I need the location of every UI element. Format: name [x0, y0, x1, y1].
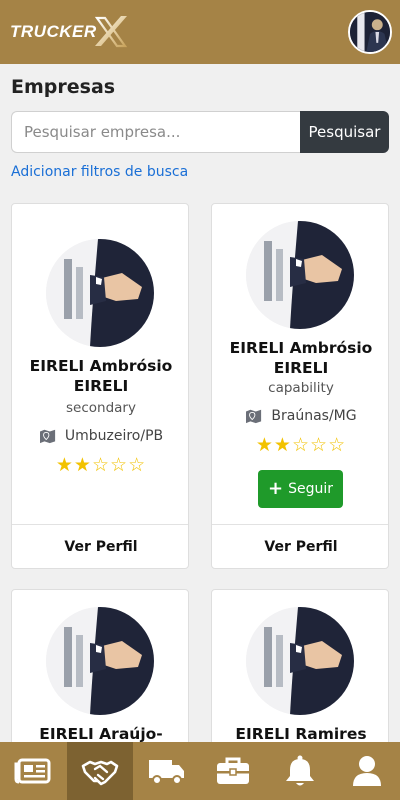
location-text: Braúnas/MG: [271, 408, 357, 424]
company-location: Braúnas/MG: [212, 408, 388, 424]
star-filled-icon: ★: [73, 454, 92, 476]
star-filled-icon: ★: [255, 434, 274, 456]
star-empty-icon: ☆: [291, 434, 311, 456]
company-photo: [246, 221, 354, 329]
bottom-nav: [0, 742, 400, 800]
newspaper-icon: [14, 758, 51, 784]
logo-text: TRUCKER: [10, 22, 97, 41]
nav-notifications[interactable]: [267, 742, 334, 800]
add-filters-link[interactable]: Adicionar filtros de busca: [11, 164, 188, 180]
star-empty-icon: ☆: [328, 434, 347, 456]
app-logo[interactable]: TRUCKER: [10, 12, 131, 52]
user-icon: [352, 756, 381, 786]
rating-stars: ★★☆☆☆: [212, 434, 388, 456]
company-name: EIRELI Ambrósio EIRELI: [229, 339, 373, 377]
app-header: TRUCKER: [0, 0, 400, 64]
truck-icon: [148, 760, 184, 785]
x-logo-icon: [94, 16, 127, 48]
search-input[interactable]: [11, 111, 300, 153]
follow-label: Seguir: [288, 481, 333, 497]
plus-icon: +: [268, 478, 284, 499]
company-card: EIRELI Ambrósio EIRELI capability Braúna…: [211, 203, 389, 569]
nav-companies[interactable]: [66, 742, 134, 800]
star-empty-icon: ☆: [91, 454, 111, 476]
star-empty-icon: ☆: [110, 454, 129, 476]
search-button[interactable]: Pesquisar: [300, 111, 389, 153]
handshake-photo-icon: [246, 607, 354, 715]
nav-freights[interactable]: [133, 742, 200, 800]
view-profile-button[interactable]: Ver Perfil: [212, 524, 388, 568]
follow-button[interactable]: + Seguir: [258, 470, 343, 508]
company-subtitle: capability: [268, 380, 334, 396]
star-empty-icon: ☆: [128, 454, 147, 476]
nav-jobs[interactable]: [200, 742, 267, 800]
company-subtitle: secondary: [66, 400, 136, 416]
handshake-photo-icon: [46, 239, 154, 347]
view-profile-button[interactable]: Ver Perfil: [12, 524, 188, 568]
star-empty-icon: ☆: [310, 434, 329, 456]
company-card: EIRELI Ambrósio EIRELI secondary Umbuzei…: [11, 203, 189, 569]
bell-icon: [286, 755, 315, 786]
company-photo: [246, 607, 354, 715]
nav-profile[interactable]: [333, 742, 400, 800]
handshake-photo-icon: [246, 221, 354, 329]
star-filled-icon: ★: [273, 434, 292, 456]
nav-news[interactable]: [0, 742, 67, 800]
handshake-photo-icon: [46, 607, 154, 715]
company-card: EIRELI Ramires: [211, 589, 389, 742]
location-text: Umbuzeiro/PB: [64, 428, 164, 444]
briefcase-icon: [217, 757, 250, 784]
rating-stars: ★★☆☆☆: [12, 454, 188, 476]
map-marker-icon: [39, 429, 55, 444]
company-photo: [46, 239, 154, 347]
company-name: EIRELI Araújo-: [39, 725, 163, 742]
handshake-icon: [81, 760, 119, 786]
company-card: EIRELI Araújo-: [11, 589, 189, 742]
company-location: Umbuzeiro/PB: [12, 428, 188, 444]
map-marker-icon: [246, 409, 262, 424]
search-bar: Pesquisar: [11, 111, 389, 153]
page-title: Empresas: [11, 76, 116, 98]
user-photo-icon: [350, 12, 390, 52]
main-content: Empresas Pesquisar Adicionar filtros de …: [0, 64, 400, 742]
user-avatar[interactable]: [348, 10, 392, 54]
company-name: EIRELI Ambrósio EIRELI: [29, 357, 173, 395]
star-filled-icon: ★: [55, 454, 74, 476]
company-name: EIRELI Ramires: [235, 725, 367, 742]
company-photo: [46, 607, 154, 715]
